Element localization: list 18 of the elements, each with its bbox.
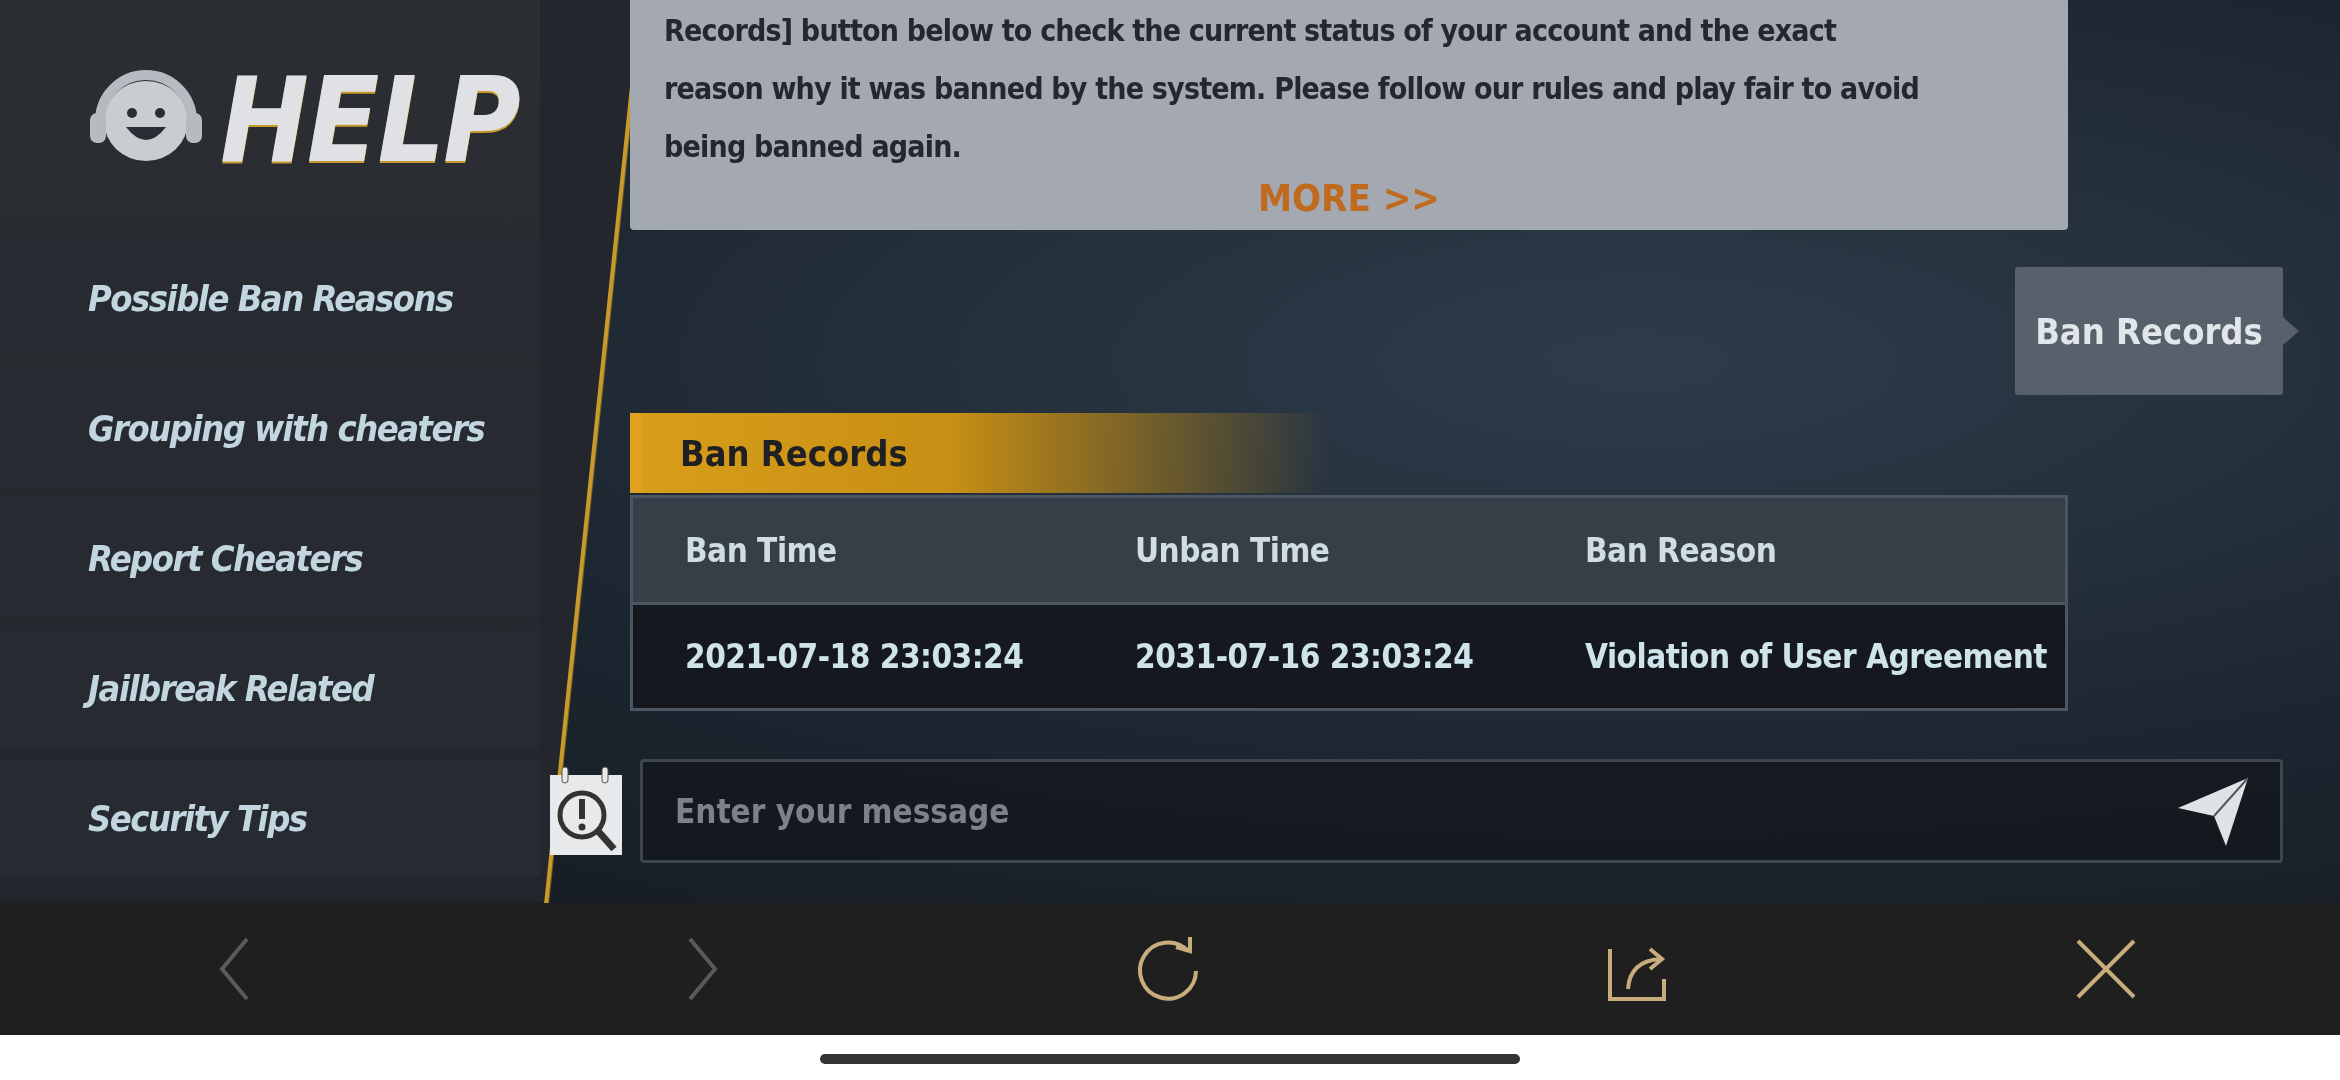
- message-field[interactable]: Enter your message: [673, 790, 2176, 832]
- notice-text: being banned again.: [664, 128, 962, 166]
- message-box[interactable]: Enter your message: [640, 759, 2283, 863]
- ban-records-tab[interactable]: Ban Records: [2015, 267, 2283, 395]
- notepad-search-icon[interactable]: [548, 765, 624, 857]
- notice-text: reason why it was banned by the system. Please follow our rules and play fair to avoid: [664, 70, 1919, 108]
- column-header: Ban Reason: [1585, 530, 1778, 570]
- column-header: Ban Time: [685, 530, 838, 570]
- table-cell-text: Violation of User Agreement: [1585, 637, 2048, 676]
- forward-icon: [686, 937, 718, 1001]
- tab-pointer-icon: [2283, 317, 2299, 345]
- table-cell-text: 2021-07-18 23:03:24: [685, 637, 1025, 676]
- back-icon: [218, 937, 250, 1001]
- notice-text: Records] button below to check the current status of your account and the exact: [664, 12, 1837, 50]
- table-cell-text: 2031-07-16 23:03:24: [1135, 637, 1475, 676]
- column-header: Unban Time: [1135, 530, 1331, 570]
- sidebar-item[interactable]: Security Tips: [0, 760, 540, 877]
- help-title: HELP: [220, 51, 519, 189]
